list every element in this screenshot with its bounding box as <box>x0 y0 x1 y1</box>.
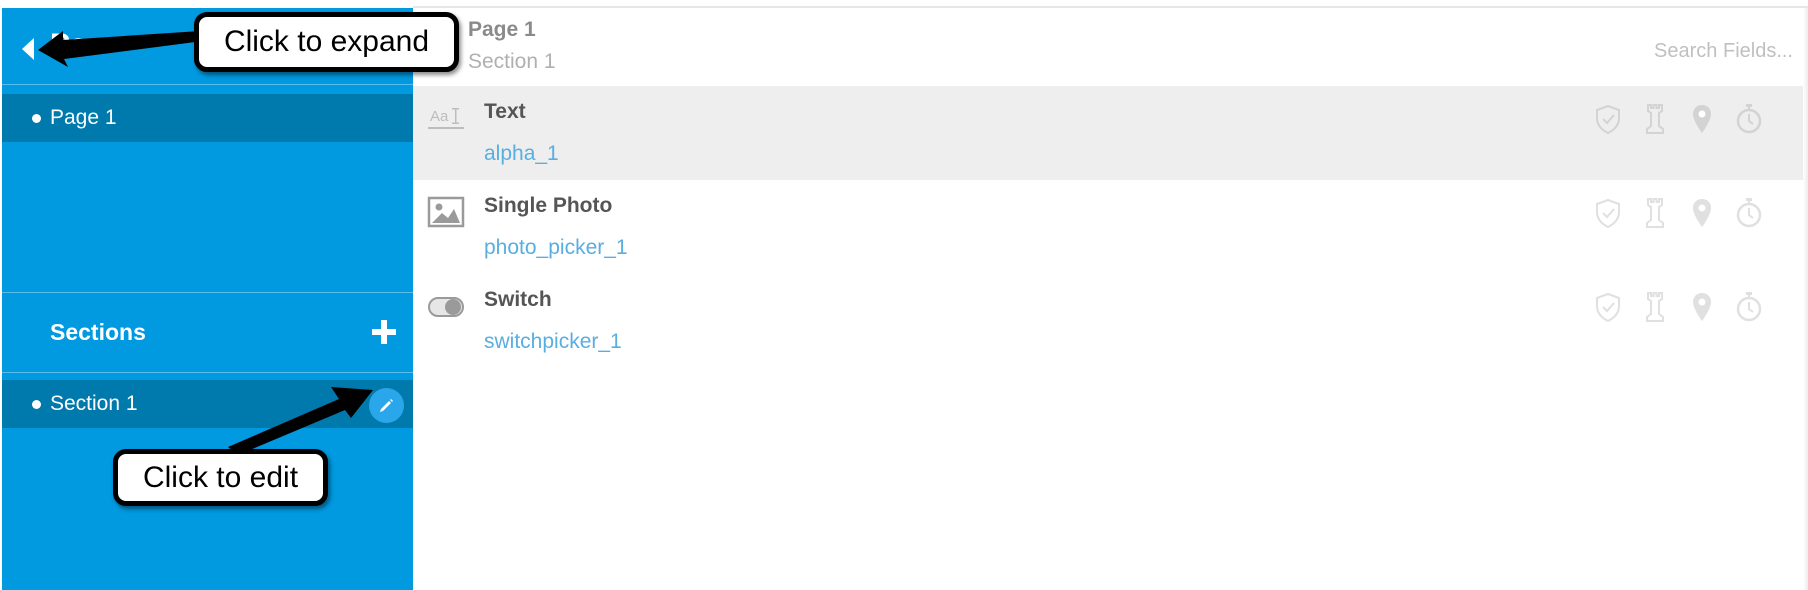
field-row-text[interactable]: Aa Text alpha_1 <box>413 86 1803 180</box>
callout-expand: Click to expand <box>194 12 459 72</box>
sidebar-item-label: Page 1 <box>50 106 117 129</box>
chess-rook-icon[interactable] <box>1640 102 1670 136</box>
stopwatch-icon[interactable] <box>1734 290 1764 324</box>
stopwatch-icon[interactable] <box>1734 196 1764 230</box>
chess-rook-icon[interactable] <box>1640 196 1670 230</box>
sidebar-header-text-fragment: Pa <box>50 28 87 61</box>
photo-icon <box>427 196 465 228</box>
field-options <box>1593 196 1793 230</box>
switch-icon <box>427 290 465 322</box>
field-key: switchpicker_1 <box>484 330 622 353</box>
sidebar-item-section[interactable]: Section 1 <box>2 380 413 428</box>
sidebar-item-page[interactable]: Page 1 <box>2 94 413 142</box>
location-pin-icon[interactable] <box>1687 290 1717 324</box>
divider <box>2 292 413 293</box>
search-fields-input[interactable] <box>1563 36 1793 66</box>
field-key: photo_picker_1 <box>484 236 628 259</box>
edit-section-button[interactable] <box>369 388 404 423</box>
sections-title: Sections <box>50 319 146 345</box>
shield-check-icon[interactable] <box>1593 196 1623 230</box>
add-section-plus-icon[interactable] <box>368 316 400 348</box>
scrollbar-edge <box>1803 8 1808 590</box>
field-name: Switch <box>484 288 552 311</box>
main-panel: Page 1 Section 1 Aa Text alpha_1 <box>413 8 1808 590</box>
field-key: alpha_1 <box>484 142 559 165</box>
field-row-photo[interactable]: Single Photo photo_picker_1 <box>413 180 1803 274</box>
expand-chevron-left-icon[interactable] <box>18 32 38 66</box>
field-row-switch[interactable]: Switch switchpicker_1 <box>413 274 1803 368</box>
text-field-icon: Aa <box>427 102 465 134</box>
page-title: Page 1 <box>468 18 536 41</box>
bullet-icon <box>32 400 41 409</box>
main-header: Page 1 Section 1 <box>413 8 1808 86</box>
chess-rook-icon[interactable] <box>1640 290 1670 324</box>
pencil-icon <box>380 399 393 412</box>
location-pin-icon[interactable] <box>1687 196 1717 230</box>
shield-check-icon[interactable] <box>1593 290 1623 324</box>
app-window: Pa Page 1 Sections Section 1 Page 1 Sect… <box>0 0 1808 590</box>
location-pin-icon[interactable] <box>1687 102 1717 136</box>
callout-edit: Click to edit <box>113 449 328 506</box>
field-name: Single Photo <box>484 194 613 217</box>
stopwatch-icon[interactable] <box>1734 102 1764 136</box>
bullet-icon <box>32 114 41 123</box>
sidebar-item-label: Section 1 <box>50 392 138 415</box>
field-options <box>1593 290 1793 324</box>
field-options <box>1593 102 1793 136</box>
shield-check-icon[interactable] <box>1593 102 1623 136</box>
svg-text:Aa: Aa <box>430 108 449 125</box>
section-subtitle: Section 1 <box>468 50 556 73</box>
divider <box>2 372 413 373</box>
field-name: Text <box>484 100 526 123</box>
